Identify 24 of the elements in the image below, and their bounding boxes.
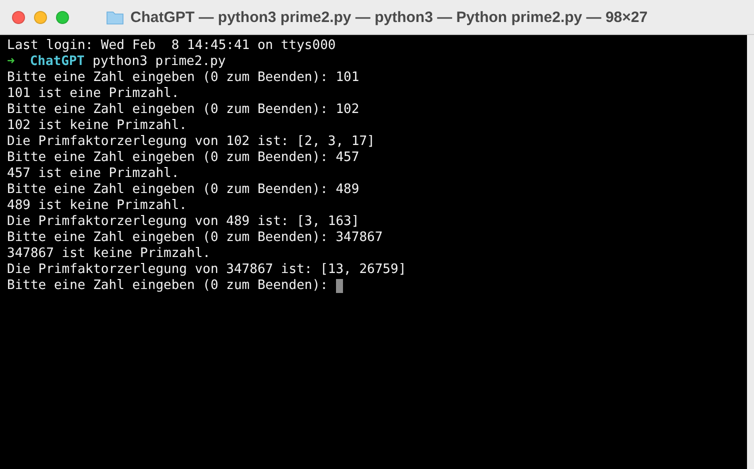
output-line: 457 ist eine Primzahl. [7, 166, 180, 182]
zoom-button[interactable] [56, 10, 69, 24]
output-line: 347867 ist keine Primzahl. [7, 246, 210, 262]
output-line: Bitte eine Zahl eingeben (0 zum Beenden): 102 [7, 102, 360, 118]
output-line: Die Primfaktorzerlegung von 489 ist: [3, 163] [7, 214, 360, 230]
minimize-button[interactable] [34, 10, 47, 24]
output-line: Die Primfaktorzerlegung von 102 ist: [2, 3, 17] [7, 134, 375, 150]
input-prompt: Bitte eine Zahl eingeben (0 zum Beenden): [7, 278, 328, 294]
output-line: Die Primfaktorzerlegung von 347867 ist: [13, 26759] [7, 262, 406, 278]
window-title: ChatGPT — python3 prime2.py — python3 — Python prime2.py — 98×27 [130, 8, 648, 26]
prompt-directory: ChatGPT [30, 54, 85, 70]
folder-icon [106, 10, 124, 24]
output-line: Last login: Wed Feb 8 14:45:41 on ttys000 [7, 38, 336, 54]
output-line: Bitte eine Zahl eingeben (0 zum Beenden): 101 [7, 70, 360, 86]
output-line: 101 ist eine Primzahl. [7, 86, 180, 102]
output-line: Bitte eine Zahl eingeben (0 zum Beenden): 347867 [7, 230, 383, 246]
prompt-arrow: ➜ [7, 54, 15, 70]
output-line: Bitte eine Zahl eingeben (0 zum Beenden): 457 [7, 150, 360, 166]
command-text: python3 prime2.py [92, 54, 226, 70]
output-line: Bitte eine Zahl eingeben (0 zum Beenden): 489 [7, 182, 360, 198]
output-line: 102 ist keine Primzahl. [7, 118, 188, 134]
text-cursor [336, 279, 343, 293]
close-button[interactable] [12, 10, 25, 24]
output-line: 489 ist keine Primzahl. [7, 198, 188, 214]
